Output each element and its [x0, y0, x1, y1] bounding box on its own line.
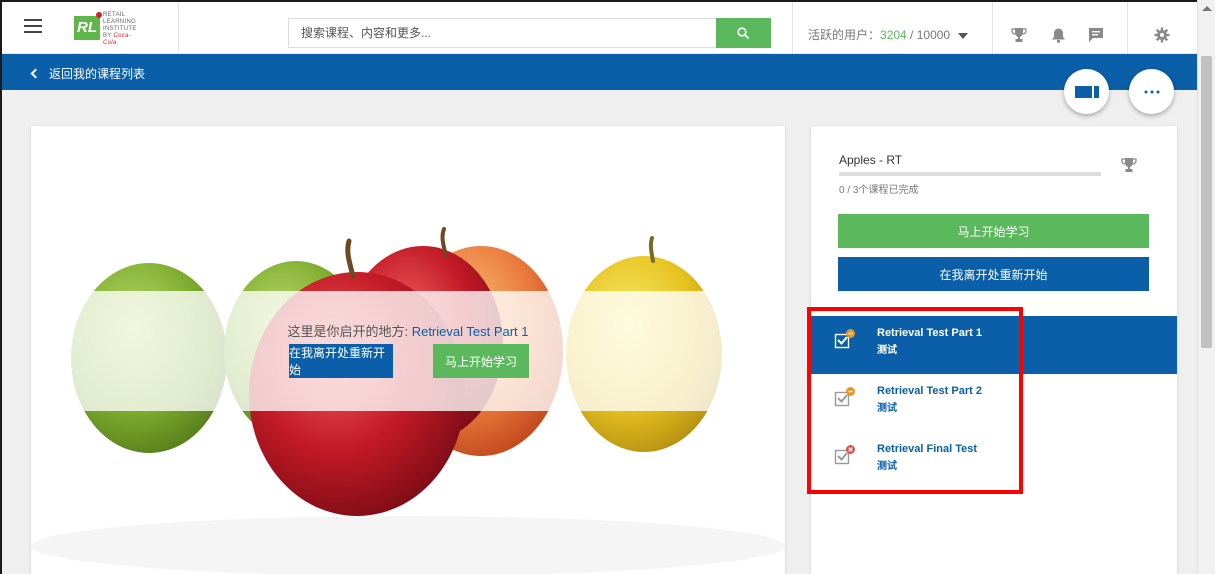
chevron-left-icon: [30, 68, 41, 79]
logo-dot: [96, 12, 102, 18]
back-link-label: 返回我的课程列表: [49, 67, 146, 81]
lesson-title: Retrieval Test Part 2: [877, 385, 982, 397]
checkbox-in-progress-icon: [834, 387, 855, 407]
more-icon: [1144, 90, 1159, 93]
hero-start-button[interactable]: 马上开始学习: [433, 344, 529, 378]
side-restart-button[interactable]: 在我离开处重新开始: [838, 257, 1149, 291]
fullscreen-button[interactable]: [1064, 69, 1109, 114]
search-icon: [737, 26, 750, 39]
logo[interactable]: RL RETAIL LEARNING INSTITUTE BY Coca-Col…: [74, 12, 144, 46]
divider: [792, 2, 793, 54]
resume-banner: [31, 291, 785, 411]
chat-icon[interactable]: [1087, 26, 1105, 44]
chevron-down-icon: [958, 32, 969, 39]
logo-mark: RL: [74, 16, 100, 40]
hero-restart-button[interactable]: 在我离开处重新开始: [289, 344, 393, 378]
lesson-title: Retrieval Test Part 1: [877, 327, 982, 339]
course-progress-text: 0 / 3个课程已完成: [839, 185, 919, 196]
more-options-button[interactable]: [1129, 69, 1174, 114]
side-start-button[interactable]: 马上开始学习: [838, 214, 1149, 248]
course-nav-bar: 返回我的课程列表: [2, 54, 1197, 90]
divider: [178, 2, 179, 54]
gear-icon[interactable]: [1153, 26, 1171, 44]
search-button[interactable]: [716, 18, 771, 48]
trophy-icon[interactable]: [1010, 26, 1028, 44]
trophy-icon: [1121, 157, 1139, 175]
lesson-type: 测试: [877, 461, 897, 472]
lesson-type: 测试: [877, 345, 897, 356]
logo-text: RETAIL LEARNING INSTITUTE BY Coca-Cola: [103, 12, 137, 46]
scroll-thumb[interactable]: [1201, 56, 1212, 348]
active-users-count: 3204: [880, 28, 907, 42]
divider: [992, 2, 993, 54]
resume-prefix: 这里是你启开的地方:: [287, 324, 412, 339]
bell-icon[interactable]: [1049, 26, 1067, 44]
scroll-up-arrow-icon[interactable]: [1202, 6, 1212, 11]
lesson-type: 测试: [877, 403, 897, 414]
active-users-total: / 10000: [906, 28, 951, 42]
course-hero-card: 这里是你启开的地方: Retrieval Test Part 1 在我离开处重新…: [31, 126, 785, 574]
menu-icon[interactable]: [24, 19, 42, 33]
search-input[interactable]: 搜索课程、内容和更多...: [288, 18, 716, 48]
active-users-label: 活跃的用户：: [808, 28, 881, 42]
course-progress-bar: [839, 172, 1101, 176]
lesson-item[interactable]: Retrieval Test Part 1 测试: [811, 316, 1177, 374]
lesson-title: Retrieval Final Test: [877, 443, 978, 455]
page-scrollbar[interactable]: [1197, 0, 1215, 574]
lesson-item[interactable]: Retrieval Test Part 2 测试: [811, 374, 1177, 432]
lesson-item[interactable]: Retrieval Final Test 测试: [811, 432, 1177, 490]
checkbox-failed-icon: [834, 445, 855, 465]
top-bar: RL RETAIL LEARNING INSTITUTE BY Coca-Col…: [2, 2, 1197, 54]
active-users-selector[interactable]: 活跃的用户：3204 / 10000: [808, 26, 969, 43]
course-title: Apples - RT: [839, 153, 903, 167]
resume-course-link[interactable]: Retrieval Test Part 1: [412, 324, 529, 339]
checkbox-in-progress-icon: [834, 329, 855, 349]
resume-message: 这里是你启开的地方: Retrieval Test Part 1: [31, 321, 785, 340]
back-to-courses-link[interactable]: 返回我的课程列表: [30, 65, 146, 82]
course-outline-card: Apples - RT 0 / 3个课程已完成 马上开始学习 在我离开处重新开始…: [811, 126, 1177, 574]
panel-icon: [1074, 85, 1099, 98]
divider: [1127, 2, 1128, 54]
